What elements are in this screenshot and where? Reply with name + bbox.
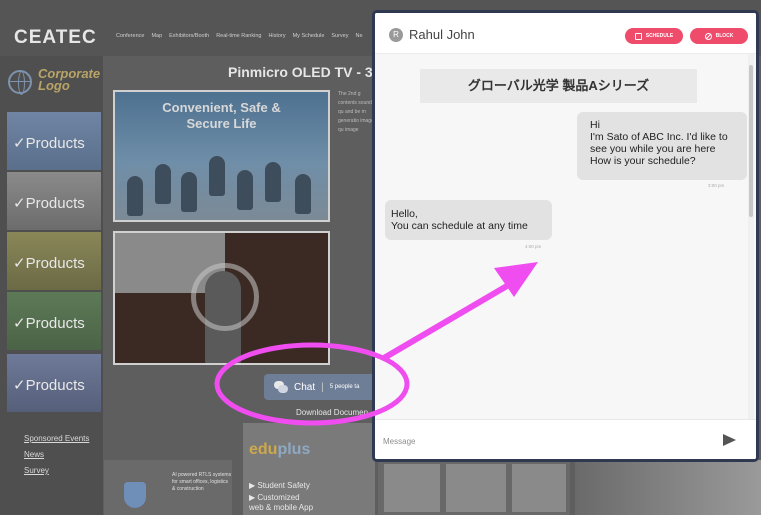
hero-caption-line1: Convenient, Safe & [162,100,281,115]
hero-image: Convenient, Safe & Secure Life [113,90,330,222]
block-button[interactable]: BLOCK [690,28,748,44]
nav-item-conference[interactable]: Conference [116,33,144,39]
message-bubble-incoming: Hello, You can schedule at any time [385,200,552,240]
corporate-logo: Corporate Logo [8,67,108,96]
message-line: You can schedule at any time [391,220,528,232]
chat-button-separator: | [321,381,324,393]
calendar-edit-icon [634,32,642,40]
message-line: I'm Sato of ABC Inc. I'd like to [590,131,728,143]
sidebar-item-products-2[interactable]: ✓Products [7,172,101,230]
chat-header: R Rahul John SCHEDULE BLOCK [375,13,756,54]
ad-bullet: ▶ Student Safety [249,481,310,490]
page-footer-area [575,460,761,515]
sidebar-item-products-5[interactable]: ✓Products [7,354,101,412]
top-navigation: Conference Map Exhibitors/Booth Real-tim… [116,33,363,39]
sidebar-link-news[interactable]: News [24,450,44,459]
message-line: see you while you are here [590,143,716,155]
products-label: ✓Products [13,377,85,394]
avatar: R [389,28,403,42]
products-label: ✓Products [13,315,85,332]
page-title: Pinmicro OLED TV - 33 [228,64,381,80]
sidebar-link-sponsored-events[interactable]: Sponsored Events [24,434,89,443]
nav-item-history[interactable]: History [268,33,285,39]
products-label: ✓Products [13,255,85,272]
play-icon[interactable] [191,263,259,331]
ad-banner-rtls[interactable]: AI powered RTLS systems for smart office… [104,460,232,515]
sidebar-item-products-1[interactable]: ✓Products [7,112,101,170]
products-label: ✓Products [13,195,85,212]
scrollbar-thumb[interactable] [749,65,753,217]
video-thumbnail[interactable] [113,231,330,365]
chat-button-label: Chat [294,381,316,393]
message-input[interactable] [383,430,713,452]
sidebar-item-products-4[interactable]: ✓Products [7,292,101,350]
ad-banner-text: AI powered RTLS systems for smart office… [172,472,232,492]
products-label: ✓Products [13,135,85,152]
ad-bullet: web & mobile App [249,503,314,512]
block-button-label: BLOCK [715,33,734,39]
message-line: How is your schedule? [590,155,696,167]
chat-button[interactable]: Chat | 5 people ta [264,374,376,400]
chat-button-people-count: 5 people ta [329,384,360,390]
nav-item-news[interactable]: Ne [356,33,363,39]
message-list[interactable]: グローバル光学 製品Aシリーズ Hi I'm Sato of ABC Inc. … [375,54,756,419]
nav-item-my-schedule[interactable]: My Schedule [293,33,325,39]
sidebar-link-survey[interactable]: Survey [24,466,49,475]
message-composer [375,419,756,459]
message-line: Hello, [391,208,418,220]
nav-item-ranking[interactable]: Real-time Ranking [216,33,261,39]
download-documents-link[interactable]: Download Documen [296,408,368,417]
nav-item-map[interactable]: Map [151,33,162,39]
send-icon[interactable] [723,434,736,446]
ad-banner-eduplus[interactable]: eduplus ▶ Student Safety ▶ Customized we… [243,423,375,515]
schedule-button-label: SCHEDULE [645,33,674,39]
chat-bubbles-icon [274,381,288,393]
globe-icon [8,70,32,95]
schedule-button[interactable]: SCHEDULE [625,28,683,44]
nav-item-survey[interactable]: Survey [331,33,348,39]
message-bubble-outgoing: Hi I'm Sato of ABC Inc. I'd like to see … [577,112,747,180]
site-logo[interactable]: CEATEC [14,27,97,49]
message-timestamp: 4:00 pm [525,244,542,249]
message-timestamp: 3:00 pm [708,183,725,188]
block-icon [704,32,712,40]
chat-window: R Rahul John SCHEDULE BLOCK グローバル光学 製品Aシ… [372,10,759,462]
shield-icon [124,482,146,508]
corporate-logo-line2: Logo [38,78,70,93]
ad-banner-photos[interactable] [378,460,570,515]
message-line: Hi [590,119,600,131]
hero-caption-line2: Secure Life [186,116,257,131]
ad-bullet: ▶ Customized [249,493,300,502]
chat-user-name: Rahul John [409,27,475,42]
eduplus-logo: eduplus [249,441,311,458]
nav-item-exhibitors[interactable]: Exhibitors/Booth [169,33,209,39]
sidebar-item-products-3[interactable]: ✓Products [7,232,101,290]
chat-room-title: グローバル光学 製品Aシリーズ [420,69,697,103]
